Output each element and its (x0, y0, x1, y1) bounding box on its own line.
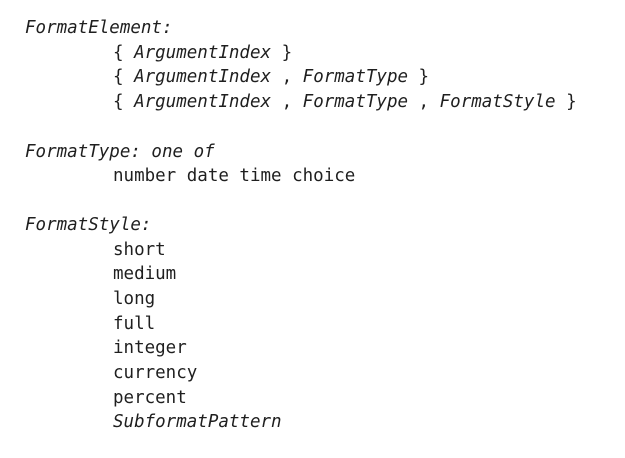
brace-open: { (113, 43, 135, 63)
format-type-values: number date time choice (113, 166, 356, 186)
format-style-heading: FormatStyle: (25, 215, 152, 235)
argument-index: ArgumentIndex (134, 92, 272, 112)
format-style-integer: integer (113, 338, 187, 358)
format-style-medium: medium (113, 264, 177, 284)
format-style-currency: currency (113, 363, 198, 383)
brace-open: { (113, 92, 135, 112)
format-element-rule-3: { ArgumentIndex , FormatType , FormatSty… (113, 90, 577, 114)
grammar-listing: FormatElement: { ArgumentIndex } { Argum… (0, 0, 625, 458)
format-style: FormatStyle (439, 92, 556, 112)
format-style-subformat-pattern: SubformatPattern (113, 412, 282, 432)
comma-separator: , (271, 67, 303, 87)
format-type: FormatType (302, 67, 409, 87)
format-style-short: short (113, 240, 166, 260)
brace-close: } (271, 43, 293, 63)
format-style-full: full (113, 314, 156, 334)
format-type: FormatType (302, 92, 409, 112)
format-element-heading: FormatElement: (25, 18, 173, 38)
format-style-percent: percent (113, 388, 187, 408)
brace-close: } (555, 92, 577, 112)
format-element-rule-1: { ArgumentIndex } (113, 41, 292, 65)
brace-close: } (408, 67, 430, 87)
comma-separator: , (271, 92, 303, 112)
format-style-long: long (113, 289, 156, 309)
argument-index: ArgumentIndex (134, 67, 272, 87)
format-type-heading: FormatType: one of (25, 142, 215, 162)
brace-open: { (113, 67, 135, 87)
comma-separator: , (408, 92, 440, 112)
format-element-rule-2: { ArgumentIndex , FormatType } (113, 65, 429, 89)
argument-index: ArgumentIndex (134, 43, 272, 63)
